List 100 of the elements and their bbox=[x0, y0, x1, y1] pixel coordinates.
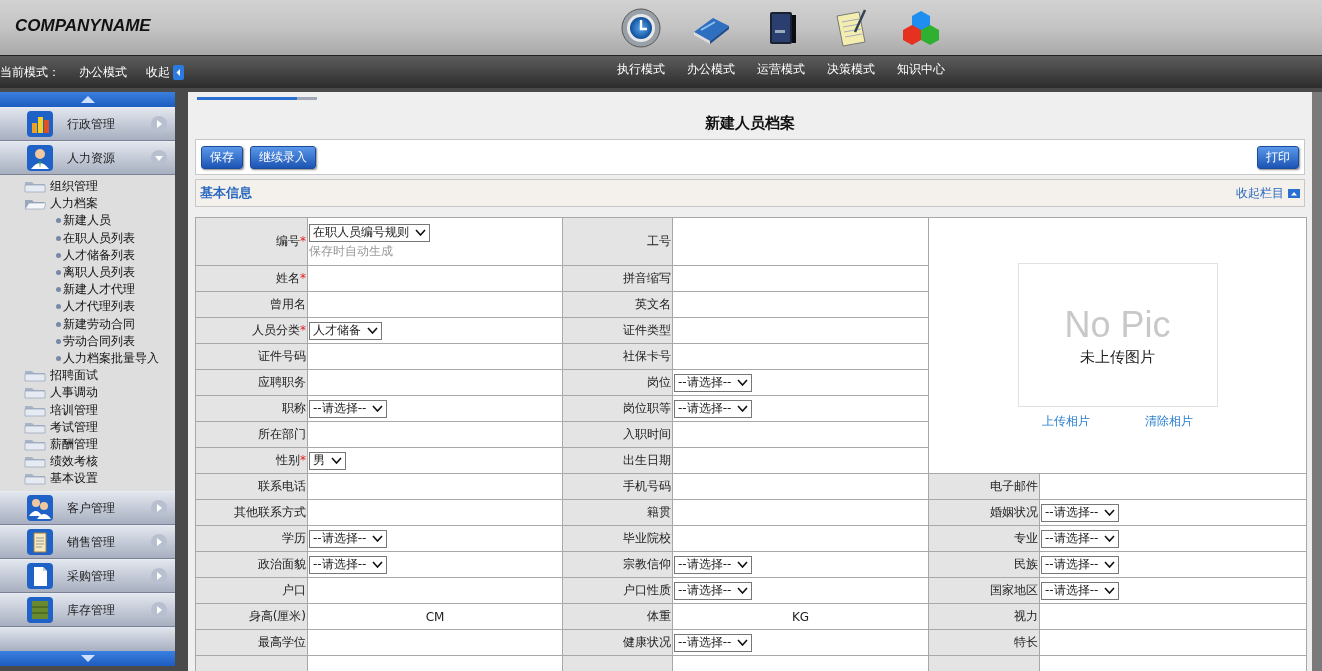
input-field[interactable] bbox=[307, 265, 563, 292]
scrollbar[interactable] bbox=[1312, 92, 1322, 671]
required-mark: * bbox=[300, 271, 306, 285]
input-field[interactable] bbox=[307, 473, 563, 500]
input-field[interactable] bbox=[1039, 603, 1307, 630]
chevron-down-icon bbox=[737, 561, 749, 568]
field-label: 政治面貌 bbox=[258, 557, 306, 571]
mode-tab[interactable]: 运营模式 bbox=[757, 60, 805, 78]
menu-group[interactable]: 库存管理 bbox=[0, 593, 175, 628]
clock-icon[interactable] bbox=[621, 7, 661, 48]
tree-item[interactable]: 招聘面试 bbox=[50, 367, 98, 385]
dropdown[interactable]: --请选择-- bbox=[309, 529, 388, 548]
dropdown[interactable]: --请选择-- bbox=[674, 373, 753, 392]
input-field[interactable] bbox=[672, 217, 929, 266]
tree-item[interactable]: 绩效考核 bbox=[50, 453, 98, 471]
mode-tab[interactable]: 决策模式 bbox=[827, 60, 875, 78]
dropdown[interactable]: --请选择-- bbox=[674, 581, 753, 600]
tree-item[interactable]: 组织管理 bbox=[50, 178, 98, 196]
chevron-down-icon bbox=[372, 405, 384, 412]
input-field[interactable] bbox=[307, 577, 563, 604]
action-button[interactable]: 保存 bbox=[201, 145, 243, 169]
tree-item[interactable]: 人才代理列表 bbox=[63, 298, 135, 316]
tree-item[interactable]: 在职人员列表 bbox=[63, 229, 135, 247]
dropdown[interactable]: --请选择-- bbox=[1041, 555, 1120, 574]
input-field[interactable] bbox=[672, 525, 929, 552]
input-field[interactable] bbox=[1039, 473, 1307, 500]
input-field[interactable] bbox=[307, 421, 563, 448]
input-field[interactable] bbox=[672, 499, 929, 526]
field-label: 婚姻状况 bbox=[990, 505, 1038, 519]
field-label: 毕业院校 bbox=[623, 531, 671, 545]
menu-group[interactable]: 客户管理 bbox=[0, 491, 175, 526]
field-label: 岗位职等 bbox=[623, 401, 671, 415]
input-field[interactable] bbox=[307, 499, 563, 526]
field-label: 应聘职务 bbox=[258, 375, 306, 389]
scroll-up-button[interactable] bbox=[0, 92, 175, 107]
menu-group[interactable]: 销售管理 bbox=[0, 525, 175, 560]
cabinet-icon bbox=[27, 597, 53, 624]
collapse-link[interactable]: 收起栏目 bbox=[1236, 184, 1284, 202]
input-field[interactable] bbox=[307, 629, 563, 656]
field-label: 拼音缩写 bbox=[623, 271, 671, 285]
menu-group[interactable]: 采购管理 bbox=[0, 559, 175, 594]
dropdown[interactable]: --请选择-- bbox=[1041, 581, 1120, 600]
tree-item[interactable]: 人力档案 bbox=[50, 195, 98, 213]
tree-item[interactable]: 新建人才代理 bbox=[63, 281, 135, 299]
field-label: 电子邮件 bbox=[990, 479, 1038, 493]
field-label: 姓名 bbox=[276, 271, 300, 285]
menu-group[interactable]: 人力资源 bbox=[0, 141, 175, 175]
bullet-icon bbox=[56, 338, 61, 344]
tree-item[interactable]: 新建人员 bbox=[63, 212, 111, 230]
tree-item[interactable]: 薪酬管理 bbox=[50, 435, 98, 453]
mode-tab[interactable]: 执行模式 bbox=[617, 60, 665, 78]
dropdown[interactable]: 在职人员编号规则 bbox=[309, 223, 430, 242]
input-field[interactable] bbox=[307, 291, 563, 318]
input-field[interactable] bbox=[307, 343, 563, 370]
dropdown[interactable]: --请选择-- bbox=[309, 399, 388, 418]
chevron-down-icon bbox=[331, 457, 342, 464]
input-field[interactable] bbox=[307, 369, 563, 396]
print-button[interactable]: 打印 bbox=[1257, 145, 1299, 169]
tree-item[interactable]: 考试管理 bbox=[50, 418, 98, 436]
chevron-down-icon bbox=[1104, 535, 1116, 542]
section-title: 基本信息 bbox=[200, 184, 253, 202]
tree-item[interactable]: 人力档案批量导入 bbox=[63, 349, 159, 367]
collapse-link[interactable]: 收起 bbox=[146, 63, 170, 81]
mode-tab[interactable]: 知识中心 bbox=[897, 60, 945, 78]
bullet-icon bbox=[56, 235, 61, 241]
chevron-down-icon bbox=[372, 561, 384, 568]
tree-item[interactable]: 离职人员列表 bbox=[63, 264, 135, 282]
action-button[interactable]: 继续录入 bbox=[250, 145, 316, 169]
menu-group[interactable]: 行政管理 bbox=[0, 107, 175, 141]
dropdown[interactable]: --请选择-- bbox=[674, 555, 753, 574]
input-field[interactable] bbox=[1039, 629, 1307, 656]
dropdown[interactable]: --请选择-- bbox=[674, 633, 753, 652]
field-label: 证件号码 bbox=[258, 349, 306, 363]
collapse-up-icon[interactable] bbox=[1288, 188, 1300, 198]
dropdown[interactable]: --请选择-- bbox=[1041, 503, 1120, 522]
dropdown[interactable]: 男 bbox=[309, 451, 346, 470]
tree-item[interactable]: 基本设置 bbox=[50, 470, 98, 488]
tree-item[interactable]: 培训管理 bbox=[50, 401, 98, 419]
input-field[interactable] bbox=[672, 473, 929, 500]
dropdown[interactable]: 人才储备 bbox=[309, 321, 382, 340]
required-mark: * bbox=[300, 453, 306, 467]
field-label: 户口性质 bbox=[623, 583, 671, 597]
dropdown[interactable]: --请选择-- bbox=[1041, 529, 1120, 548]
dropdown[interactable]: --请选择-- bbox=[674, 399, 753, 418]
tree-item[interactable]: 人事调动 bbox=[50, 384, 98, 402]
photo-link[interactable]: 清除相片 bbox=[1145, 413, 1193, 430]
bullet-icon bbox=[56, 304, 61, 310]
mode-tab[interactable]: 办公模式 bbox=[687, 60, 735, 78]
field-label: 学历 bbox=[282, 531, 306, 545]
tree-item[interactable]: 新建劳动合同 bbox=[63, 315, 135, 333]
chevron-down-icon bbox=[737, 639, 749, 646]
tree-item[interactable]: 劳动合同列表 bbox=[63, 332, 135, 350]
tree-item[interactable]: 人才储备列表 bbox=[63, 246, 135, 264]
collapse-left-icon[interactable] bbox=[173, 64, 184, 80]
menu-group[interactable] bbox=[0, 627, 175, 651]
field-hint: 保存时自动生成 bbox=[309, 242, 394, 260]
down-arrow-icon bbox=[80, 655, 95, 662]
scroll-down-button[interactable] bbox=[0, 651, 175, 666]
photo-link[interactable]: 上传相片 bbox=[1042, 413, 1090, 430]
dropdown[interactable]: --请选择-- bbox=[309, 555, 388, 574]
